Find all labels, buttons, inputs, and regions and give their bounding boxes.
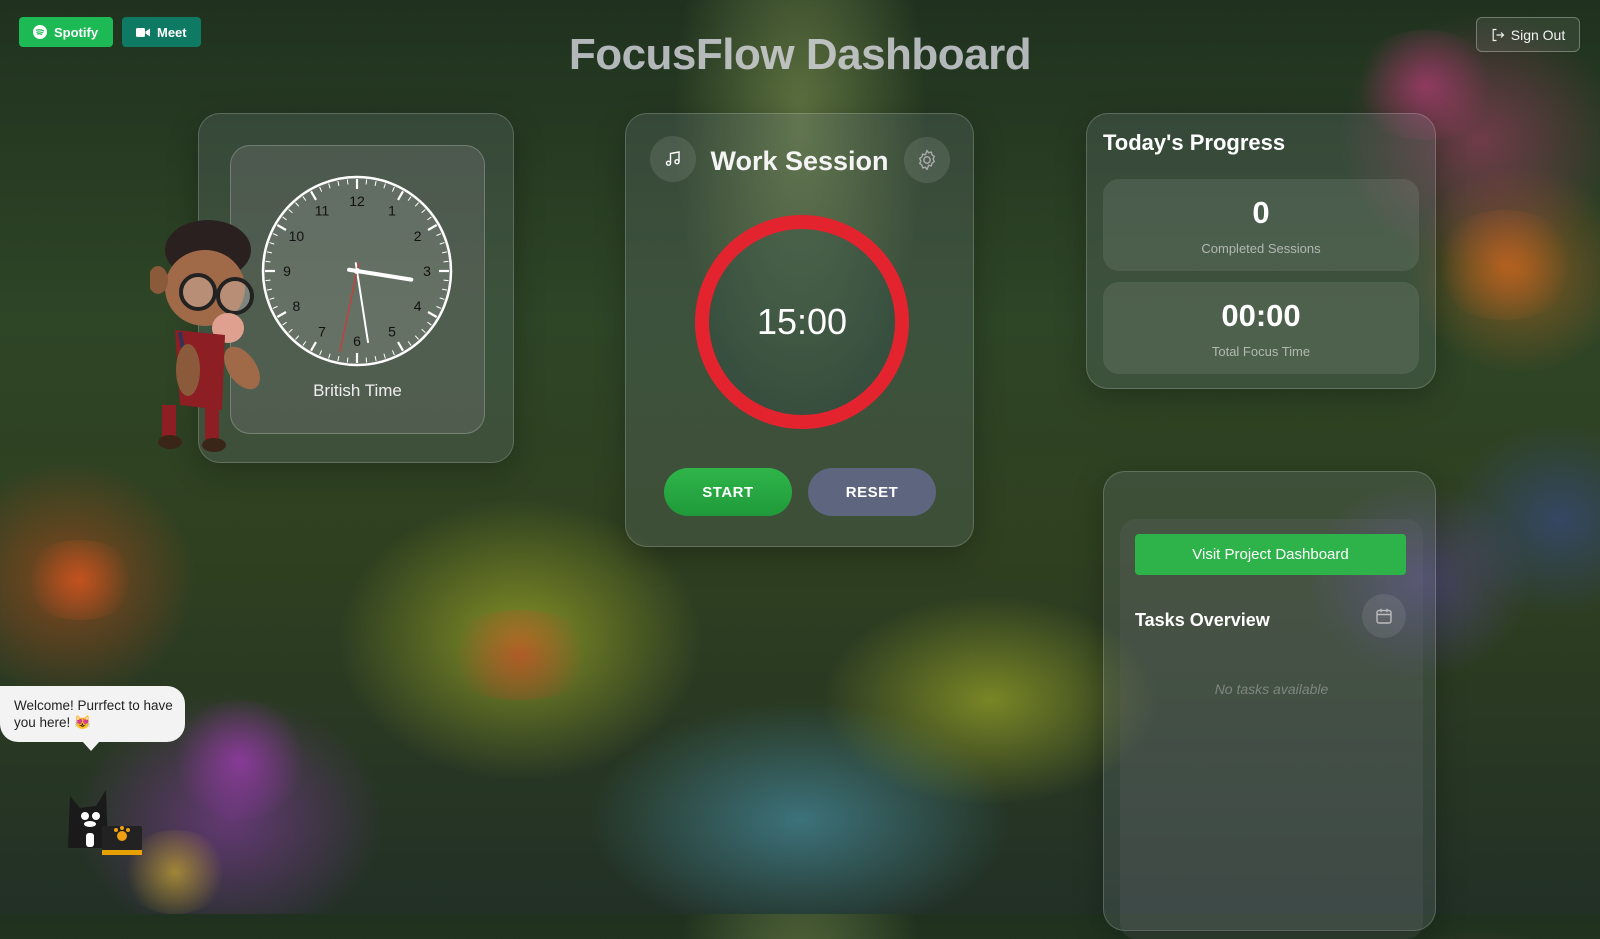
clock-tick [443,279,449,282]
page-title: FocusFlow Dashboard [568,30,1032,79]
monkey-character-image [150,220,260,452]
completed-sessions-stat: 0 Completed Sessions [1103,179,1419,271]
clock-tick [346,179,349,185]
completed-sessions-label: Completed Sessions [1201,241,1321,256]
clock-tick [443,260,449,263]
timer-display: 15:00 [756,301,848,342]
mascot-speech-bubble: Welcome! Purrfect to have you here! 😻 [0,686,185,751]
clock-number: 10 [289,228,305,244]
clock-number: 11 [315,202,330,218]
flower-decoration [1430,210,1580,320]
clock-number: 12 [349,193,365,209]
completed-sessions-value: 0 [1252,195,1270,230]
visit-project-dashboard-button[interactable]: Visit Project Dashboard [1135,534,1406,575]
clock-number: 2 [414,228,422,244]
flower-decoration [170,700,310,820]
calendar-button[interactable] [1362,594,1406,638]
tasks-overview-title: Tasks Overview [1135,610,1270,630]
cat-mascot-image[interactable] [58,778,148,858]
clock-number: 9 [283,263,291,279]
clock-number: 6 [353,333,361,349]
clock-tick [346,357,349,363]
no-tasks-message: No tasks available [1214,681,1329,697]
clock-number: 8 [292,298,300,314]
progress-title: Today's Progress [1103,130,1286,155]
settings-button[interactable] [904,137,950,183]
start-button[interactable]: START [664,468,792,516]
clock-tick [365,179,368,185]
progress-card: Today's Progress 0 Completed Sessions 00… [1086,113,1436,389]
clock-number: 3 [423,263,431,279]
reset-button[interactable]: RESET [808,468,936,516]
tasks-panel: Visit Project Dashboard Tasks Overview N… [1120,519,1423,939]
analog-clock: 121234567891011 [261,175,453,367]
flower-decoration [20,540,140,620]
clock-number: 5 [388,324,396,340]
work-session-card: Work Session 15:00 START RESET [625,113,974,547]
calendar-icon [1376,608,1392,624]
total-focus-time-label: Total Focus Time [1211,344,1311,359]
clock-number: 1 [388,202,396,218]
clock-number: 7 [318,324,326,340]
clock-tick [365,357,368,363]
clock-number: 4 [414,298,422,314]
total-focus-time-stat: 00:00 Total Focus Time [1103,282,1419,374]
total-focus-time-value: 00:00 [1221,298,1301,333]
tasks-card: Visit Project Dashboard Tasks Overview N… [1103,471,1436,939]
flower-decoration [440,610,600,700]
gear-icon [919,149,935,171]
